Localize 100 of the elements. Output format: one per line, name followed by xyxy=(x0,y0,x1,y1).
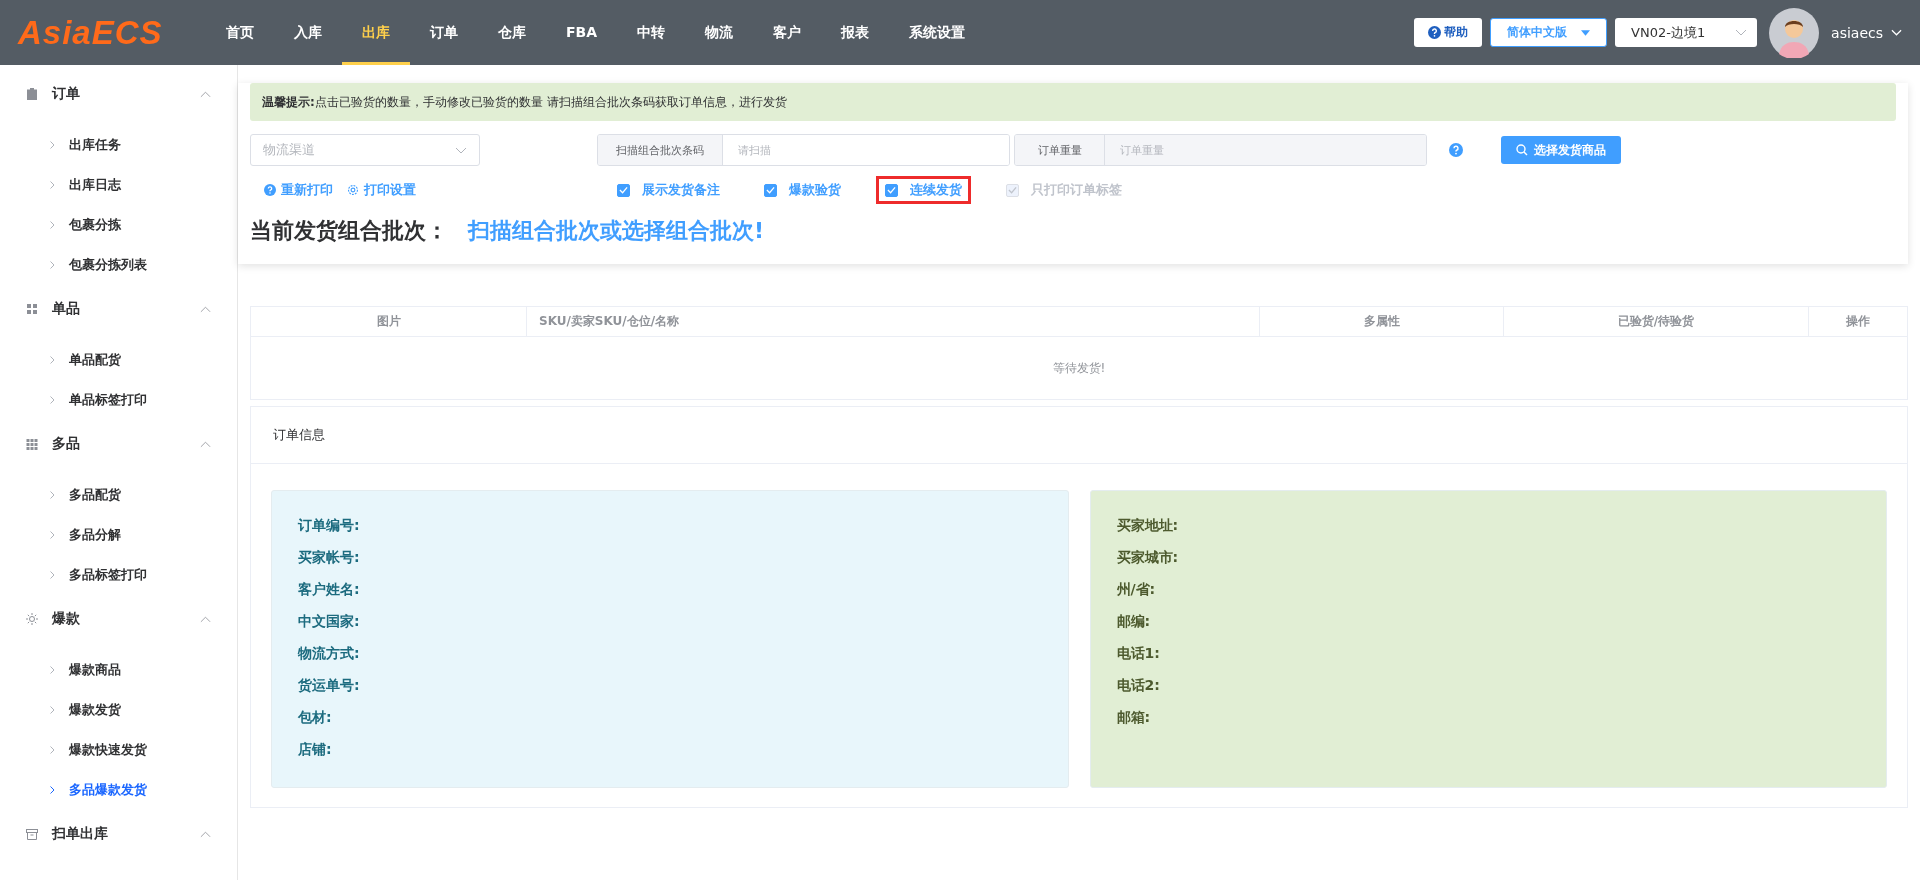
checkbox[interactable] xyxy=(617,183,630,197)
field-label: 订单编号: xyxy=(298,517,361,535)
chevron-right-icon xyxy=(50,531,55,539)
chevron-right-icon xyxy=(50,396,55,404)
sidebar-item[interactable]: 多品分解 xyxy=(0,515,237,555)
field-label: 买家城市: xyxy=(1116,549,1180,567)
check-icon xyxy=(1008,186,1017,194)
sidebar-group[interactable]: 单品 xyxy=(0,287,237,331)
check-icon xyxy=(766,186,775,194)
nav-tab[interactable]: 报表 xyxy=(821,0,890,65)
chevron-icon xyxy=(200,440,211,448)
empty-message: 等待发货! xyxy=(250,336,1908,400)
chevron-down-icon xyxy=(1735,29,1748,36)
column-header: SKU/卖家SKU/仓位/名称 xyxy=(526,306,1260,337)
nav-tab[interactable]: 物流 xyxy=(685,0,754,65)
help-icon[interactable] xyxy=(1449,143,1463,157)
help-icon xyxy=(1428,26,1442,39)
check-icon xyxy=(887,186,896,194)
field-label: 客户姓名: xyxy=(298,581,361,599)
chevron-icon xyxy=(200,615,211,623)
field-label: 物流方式: xyxy=(298,645,361,663)
sidebar-item[interactable]: 出库日志 xyxy=(0,165,237,205)
chevron-right-icon xyxy=(50,356,55,364)
batch-value: 扫描组合批次或选择组合批次! xyxy=(468,217,765,245)
sidebar-group[interactable]: 爆款 xyxy=(0,597,237,641)
chevron-right-icon xyxy=(50,491,55,499)
chevron-right-icon xyxy=(50,141,55,149)
settings-icon xyxy=(347,184,359,196)
sidebar-item[interactable]: 出库任务 xyxy=(0,125,237,165)
caret-icon xyxy=(1581,29,1591,36)
field-label: 州/省: xyxy=(1116,581,1157,599)
column-header: 操作 xyxy=(1808,306,1908,337)
chevron-right-icon xyxy=(50,221,55,229)
chevron-right-icon xyxy=(50,181,55,189)
help-icon xyxy=(264,184,276,196)
box-icon xyxy=(26,828,38,840)
column-header: 多属性 xyxy=(1259,306,1504,337)
panel-title: 订单信息 xyxy=(273,426,325,444)
sidebar-item[interactable]: 多品爆款发货 xyxy=(0,770,237,810)
clipboard-icon xyxy=(26,88,38,100)
chevron-right-icon xyxy=(50,261,55,269)
field-label: 店铺: xyxy=(298,741,333,759)
nav-tab[interactable]: 出库 xyxy=(342,0,410,65)
logo: AsiaECS xyxy=(18,13,164,52)
field-label: 货运单号: xyxy=(298,677,361,695)
sidebar-item[interactable]: 爆款商品 xyxy=(0,650,237,690)
grid-icon xyxy=(26,304,38,314)
field-label: 扫描组合批次条码 xyxy=(598,135,723,165)
nav-tab[interactable]: FBA xyxy=(546,0,618,65)
sidebar-item[interactable]: 单品配货 xyxy=(0,340,237,380)
scan-field[interactable]: 扫描组合批次条码 请扫描 xyxy=(597,134,1010,166)
chevron-right-icon xyxy=(50,666,55,674)
sidebar-group[interactable]: 多品 xyxy=(0,422,237,466)
grid-icon xyxy=(26,438,38,450)
nav-tab[interactable]: 订单 xyxy=(410,0,478,65)
batch-label: 当前发货组合批次： xyxy=(250,217,448,245)
tip-banner: 温馨提示:点击已验货的数量，手动修改已验货的数量 请扫描组合批次条码获取订单信息，进行发货 xyxy=(250,83,1896,121)
column-header: 已验货/待验货 xyxy=(1503,306,1809,337)
warehouse-select[interactable]: VN02-边境1 xyxy=(1615,18,1758,47)
field-label: 包材: xyxy=(298,709,333,727)
chevron-right-icon xyxy=(50,706,55,714)
sun-icon xyxy=(26,613,38,625)
chevron-icon xyxy=(200,830,211,838)
user-menu[interactable]: asiaecs xyxy=(1831,24,1883,41)
checkbox[interactable] xyxy=(764,183,777,197)
field-label: 邮箱: xyxy=(1116,709,1152,727)
sidebar-group[interactable]: 扫单出库 xyxy=(0,812,237,856)
check-icon xyxy=(619,186,628,194)
nav-tab[interactable]: 客户 xyxy=(753,0,822,65)
chevron-right-icon xyxy=(50,786,55,794)
sidebar-item[interactable]: 单品标签打印 xyxy=(0,380,237,420)
field-label: 电话2: xyxy=(1116,677,1161,695)
nav-tab[interactable]: 入库 xyxy=(274,0,342,65)
nav-tab[interactable]: 系统设置 xyxy=(889,0,986,65)
search-icon xyxy=(1516,144,1528,156)
chevron-right-icon xyxy=(50,571,55,579)
nav-tab[interactable]: 首页 xyxy=(206,0,274,65)
chevron-down-icon xyxy=(455,146,467,154)
chevron-right-icon xyxy=(50,746,55,754)
sidebar-item[interactable]: 爆款快速发货 xyxy=(0,730,237,770)
sidebar-item[interactable]: 多品标签打印 xyxy=(0,555,237,595)
avatar-icon xyxy=(1769,7,1820,58)
sidebar-item[interactable]: 爆款发货 xyxy=(0,690,237,730)
column-header: 图片 xyxy=(250,306,527,337)
sidebar-item[interactable]: 包裹分拣列表 xyxy=(0,245,237,285)
help-button[interactable]: 帮助 xyxy=(1414,18,1483,47)
sidebar-item[interactable]: 包裹分拣 xyxy=(0,205,237,245)
field-label: 中文国家: xyxy=(298,613,361,631)
field-label: 买家地址: xyxy=(1116,517,1180,535)
chevron-down-icon xyxy=(1891,29,1902,36)
field-label: 订单重量 xyxy=(1015,135,1105,165)
checkbox[interactable] xyxy=(885,183,898,197)
chevron-icon xyxy=(200,90,211,98)
chevron-icon xyxy=(200,305,211,313)
field-label: 电话1: xyxy=(1116,645,1161,663)
sidebar-item[interactable]: 多品配货 xyxy=(0,475,237,515)
field-label: 邮编: xyxy=(1116,613,1152,631)
sidebar-group[interactable]: 订单 xyxy=(0,72,237,116)
nav-tab[interactable]: 仓库 xyxy=(478,0,546,65)
nav-tab[interactable]: 中转 xyxy=(617,0,686,65)
